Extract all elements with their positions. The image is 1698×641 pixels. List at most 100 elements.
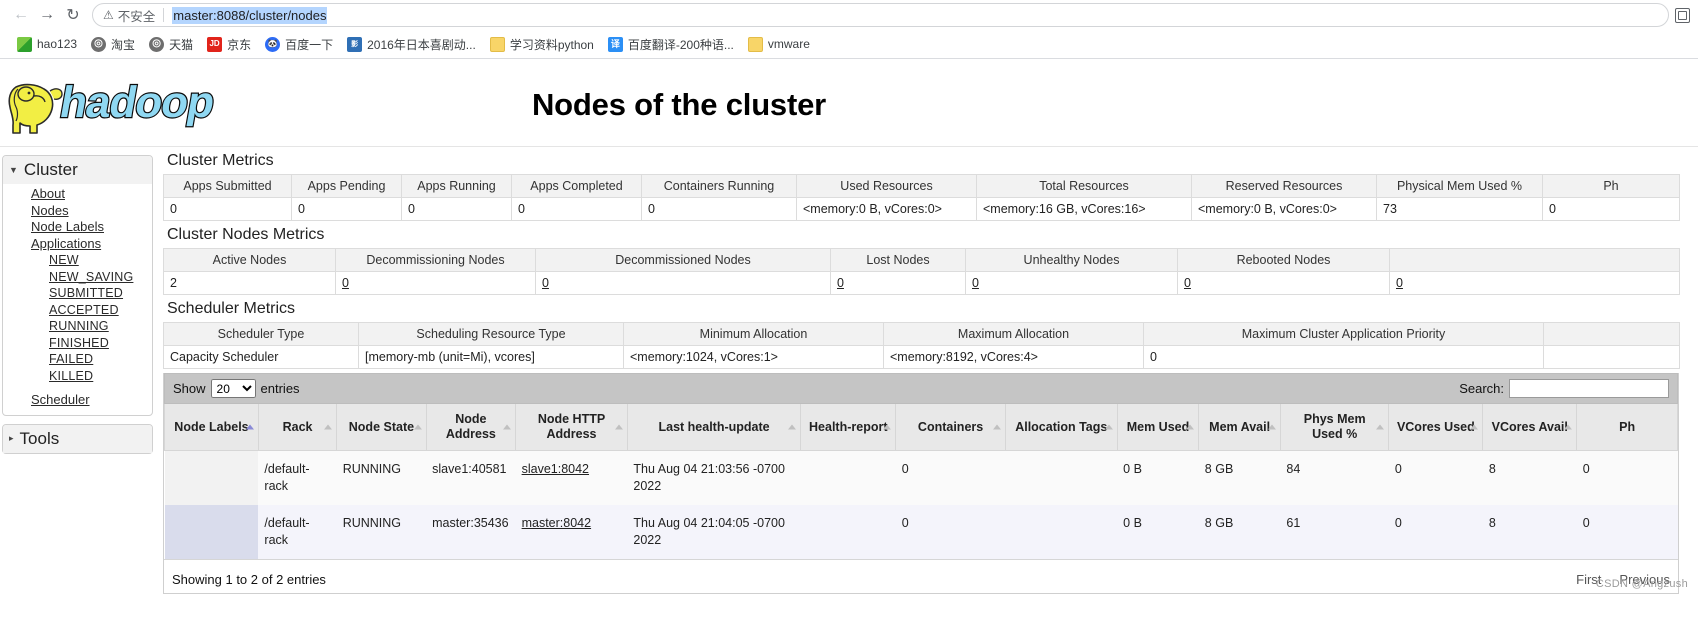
cell-unhealthy-nodes[interactable]: 0 bbox=[965, 271, 1178, 295]
bookmark-item[interactable]: 译 百度翻译-200种语... bbox=[601, 34, 741, 55]
bookmark-item[interactable]: vmware bbox=[741, 35, 817, 54]
url-text[interactable]: master:8088/cluster/nodes bbox=[172, 6, 328, 24]
bookmark-item[interactable]: hao123 bbox=[10, 35, 84, 54]
sort-icon[interactable] bbox=[614, 424, 623, 430]
col-vcores-avail[interactable]: VCores Avail bbox=[1482, 404, 1578, 451]
table-row[interactable]: /default-rack RUNNING slave1:40581 slave… bbox=[164, 450, 1678, 505]
sidebar-tools-header[interactable]: ▸ Tools bbox=[3, 424, 152, 453]
sort-icon[interactable] bbox=[1376, 424, 1385, 430]
sidebar-cluster-header[interactable]: ▼ Cluster bbox=[3, 156, 152, 184]
col-mem-avail[interactable]: Mem Avail bbox=[1198, 404, 1281, 451]
sidebar-item-submitted[interactable]: SUBMITTED bbox=[3, 285, 152, 302]
sidebar-link-new-saving[interactable]: NEW_SAVING bbox=[49, 270, 133, 284]
cell-rebooted-nodes[interactable]: 0 bbox=[1177, 271, 1390, 295]
col-health-report[interactable]: Health-report bbox=[800, 404, 897, 451]
sidebar-link-scheduler[interactable]: Scheduler bbox=[31, 392, 90, 407]
sort-icon[interactable] bbox=[503, 424, 512, 430]
table-row[interactable]: /default-rack RUNNING master:35436 maste… bbox=[164, 505, 1678, 559]
col-containers[interactable]: Containers bbox=[895, 404, 1006, 451]
col-rack[interactable]: Rack bbox=[257, 404, 338, 451]
sidebar-link-accepted[interactable]: ACCEPTED bbox=[49, 303, 119, 317]
sidebar-link-about[interactable]: About bbox=[31, 186, 65, 201]
search-input[interactable] bbox=[1509, 379, 1669, 398]
bookmark-item[interactable]: 🐼 百度一下 bbox=[258, 34, 340, 55]
cell-active-nodes[interactable]: 2 bbox=[163, 271, 336, 295]
sidebar-item-killed[interactable]: KILLED bbox=[3, 368, 152, 385]
active-nodes-link[interactable]: 2 bbox=[170, 276, 177, 290]
col-phys-mem-used-pct[interactable]: Phys Mem Used % bbox=[1279, 404, 1390, 451]
lost-nodes-link[interactable]: 0 bbox=[837, 276, 844, 290]
sort-icon[interactable] bbox=[883, 424, 892, 430]
browser-window-icon[interactable] bbox=[1675, 7, 1690, 23]
col-node-labels[interactable]: Node Labels bbox=[164, 404, 259, 451]
cell-nodes-overflow[interactable]: 0 bbox=[1389, 271, 1680, 295]
sort-icon[interactable] bbox=[324, 424, 333, 430]
sidebar-link-node-labels[interactable]: Node Labels bbox=[31, 219, 104, 234]
sort-icon[interactable] bbox=[413, 424, 422, 430]
nodes-overflow-link[interactable]: 0 bbox=[1396, 276, 1403, 290]
sort-icon[interactable] bbox=[1267, 424, 1276, 430]
col-nodes-overflow bbox=[1389, 248, 1680, 272]
col-vcores-used[interactable]: VCores Used bbox=[1388, 404, 1484, 451]
col-node-state[interactable]: Node State bbox=[336, 404, 427, 451]
sidebar-item-nodes[interactable]: Nodes bbox=[3, 203, 152, 220]
col-allocation-tags[interactable]: Allocation Tags bbox=[1004, 404, 1118, 451]
security-status[interactable]: ⚠ 不安全 bbox=[103, 6, 155, 25]
bookmark-item[interactable]: ◎ 淘宝 bbox=[84, 34, 142, 55]
bookmark-item[interactable]: ◎ 天猫 bbox=[142, 34, 200, 55]
forward-arrow-icon[interactable]: → bbox=[34, 2, 60, 28]
sidebar-item-new[interactable]: NEW bbox=[3, 252, 152, 269]
sidebar-item-failed[interactable]: FAILED bbox=[3, 351, 152, 368]
sort-ascending-icon[interactable] bbox=[245, 424, 254, 430]
col-rebooted-nodes: Rebooted Nodes bbox=[1177, 248, 1390, 272]
node-http-link[interactable]: master:8042 bbox=[522, 516, 591, 530]
sidebar-item-node-labels[interactable]: Node Labels bbox=[3, 219, 152, 236]
rebooted-nodes-link[interactable]: 0 bbox=[1184, 276, 1191, 290]
bookmark-item[interactable]: 学习资料python bbox=[483, 34, 601, 55]
sort-icon[interactable] bbox=[1104, 424, 1113, 430]
sidebar-item-running[interactable]: RUNNING bbox=[3, 318, 152, 335]
reload-icon[interactable]: ↻ bbox=[60, 2, 86, 28]
address-bar[interactable]: ⚠ 不安全 master:8088/cluster/nodes bbox=[92, 3, 1669, 27]
hadoop-rm-page: hadoop Nodes of the cluster ▼ Cluster Ab… bbox=[0, 59, 1698, 594]
decommissioning-nodes-link[interactable]: 0 bbox=[342, 276, 349, 290]
cell-node-http-address[interactable]: master:8042 bbox=[515, 505, 628, 559]
sidebar-item-scheduler[interactable]: Scheduler bbox=[3, 392, 152, 409]
cell-lost-nodes[interactable]: 0 bbox=[830, 271, 966, 295]
col-node-address[interactable]: Node Address bbox=[425, 404, 517, 451]
sidebar-item-new-saving[interactable]: NEW_SAVING bbox=[3, 269, 152, 286]
col-overflow[interactable]: Ph bbox=[1576, 404, 1678, 451]
unhealthy-nodes-link[interactable]: 0 bbox=[972, 276, 979, 290]
sort-icon[interactable] bbox=[788, 424, 797, 430]
sidebar-link-applications[interactable]: Applications bbox=[31, 236, 101, 251]
cell-node-address: slave1:40581 bbox=[426, 450, 516, 505]
sidebar-item-accepted[interactable]: ACCEPTED bbox=[3, 302, 152, 319]
sidebar-link-killed[interactable]: KILLED bbox=[49, 369, 93, 383]
sort-icon[interactable] bbox=[1186, 424, 1195, 430]
sidebar-link-running[interactable]: RUNNING bbox=[49, 319, 109, 333]
cell-overflow: 0 bbox=[1576, 505, 1678, 559]
sidebar-link-finished[interactable]: FINISHED bbox=[49, 336, 109, 350]
back-arrow-icon[interactable]: ← bbox=[8, 2, 34, 28]
sidebar-item-finished[interactable]: FINISHED bbox=[3, 335, 152, 352]
decommissioned-nodes-link[interactable]: 0 bbox=[542, 276, 549, 290]
cell-decommissioning-nodes[interactable]: 0 bbox=[335, 271, 536, 295]
sidebar-link-nodes[interactable]: Nodes bbox=[31, 203, 69, 218]
sidebar-item-applications[interactable]: Applications bbox=[3, 236, 152, 253]
bookmark-item[interactable]: JD 京东 bbox=[200, 34, 258, 55]
col-last-health-update[interactable]: Last health-update bbox=[626, 404, 802, 451]
bookmark-item[interactable]: 影 2016年日本喜剧动... bbox=[340, 34, 483, 55]
sort-icon[interactable] bbox=[992, 424, 1001, 430]
cell-node-http-address[interactable]: slave1:8042 bbox=[515, 450, 628, 505]
cell-decommissioned-nodes[interactable]: 0 bbox=[535, 271, 831, 295]
sort-icon[interactable] bbox=[1470, 424, 1479, 430]
sidebar-link-submitted[interactable]: SUBMITTED bbox=[49, 286, 123, 300]
sidebar-item-about[interactable]: About bbox=[3, 186, 152, 203]
sidebar-link-failed[interactable]: FAILED bbox=[49, 352, 93, 366]
node-http-link[interactable]: slave1:8042 bbox=[522, 462, 589, 476]
col-mem-used[interactable]: Mem Used bbox=[1116, 404, 1200, 451]
entries-select[interactable]: 204060 80100 bbox=[210, 379, 256, 398]
col-node-http-address[interactable]: Node HTTP Address bbox=[515, 404, 628, 451]
sidebar-link-new[interactable]: NEW bbox=[49, 253, 79, 267]
sort-icon[interactable] bbox=[1564, 424, 1573, 430]
